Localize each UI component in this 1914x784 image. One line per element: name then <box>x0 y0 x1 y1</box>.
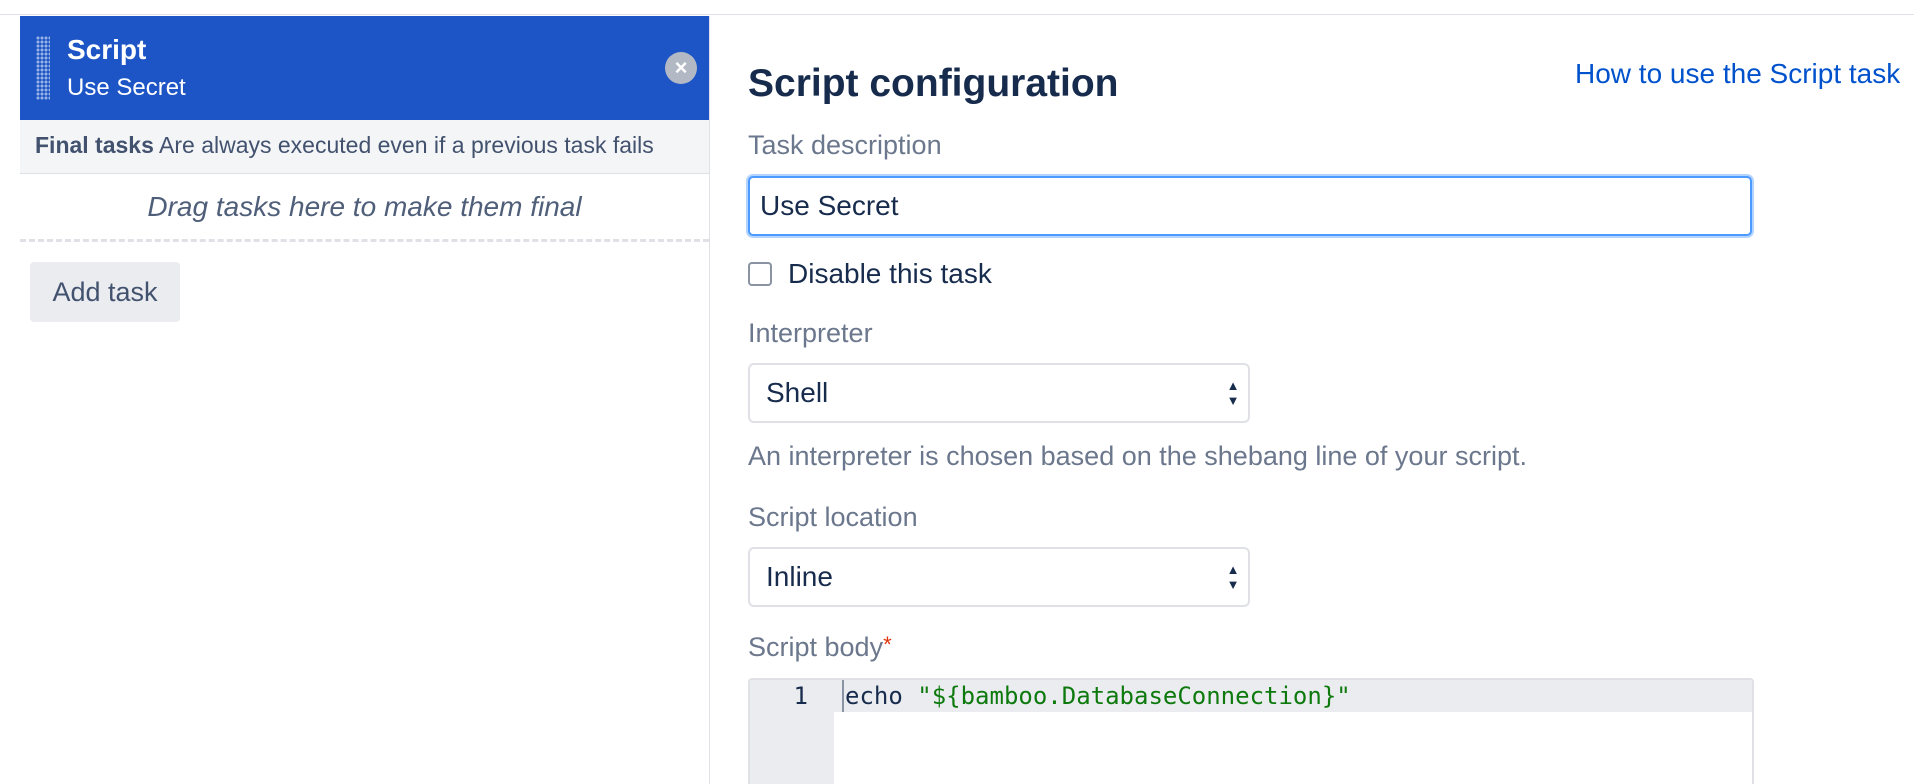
line-number: 1 <box>793 682 808 710</box>
task-description-input[interactable] <box>748 176 1752 236</box>
drag-handle-icon[interactable] <box>36 36 50 100</box>
required-marker: * <box>883 632 892 657</box>
interpreter-value: Shell <box>766 377 829 408</box>
interpreter-select[interactable]: Shell ▲ ▼ <box>748 363 1250 423</box>
script-location-select[interactable]: Inline ▲ ▼ <box>748 547 1250 607</box>
page-title: Script configuration <box>748 62 1119 105</box>
disable-task-row[interactable]: Disable this task <box>748 258 992 290</box>
script-configuration-panel: Script configuration How to use the Scri… <box>748 0 1914 784</box>
close-icon[interactable]: × <box>665 52 697 84</box>
task-description-label: Task description <box>748 130 942 160</box>
disable-task-checkbox[interactable] <box>748 262 772 286</box>
script-body-label-text: Script body <box>748 632 884 662</box>
code-string: "${bamboo.DatabaseConnection}" <box>917 682 1351 710</box>
drop-zone-hint: Drag tasks here to make them final <box>147 190 582 222</box>
task-list-panel: Script Use Secret × Final tasks Are alwa… <box>20 16 709 784</box>
interpreter-label: Interpreter <box>748 318 873 348</box>
script-location-label: Script location <box>748 502 918 532</box>
code-line[interactable]: echo "${bamboo.DatabaseConnection}" <box>842 680 1351 712</box>
select-arrows-icon: ▲ ▼ <box>1226 378 1240 408</box>
interpreter-hint: An interpreter is chosen based on the sh… <box>748 441 1527 471</box>
final-tasks-description: Are always executed even if a previous t… <box>159 132 654 158</box>
script-body-label: Script body* <box>748 632 892 663</box>
task-subtitle: Use Secret <box>67 74 186 101</box>
script-body-editor[interactable]: 1 echo "${bamboo.DatabaseConnection}" <box>748 678 1754 784</box>
task-card-script[interactable]: Script Use Secret × <box>20 16 709 120</box>
select-arrows-icon: ▲ ▼ <box>1226 562 1240 592</box>
final-tasks-drop-zone[interactable]: Drag tasks here to make them final <box>20 174 709 242</box>
code-keyword: echo <box>845 682 903 710</box>
disable-task-label: Disable this task <box>788 258 992 289</box>
task-title: Script <box>67 34 147 65</box>
help-link[interactable]: How to use the Script task <box>1575 58 1900 90</box>
panel-divider <box>709 16 710 784</box>
add-task-button[interactable]: Add task <box>30 262 180 322</box>
final-tasks-header: Final tasks Are always executed even if … <box>20 120 709 174</box>
script-location-value: Inline <box>766 561 833 592</box>
final-tasks-label: Final tasks <box>35 132 154 158</box>
